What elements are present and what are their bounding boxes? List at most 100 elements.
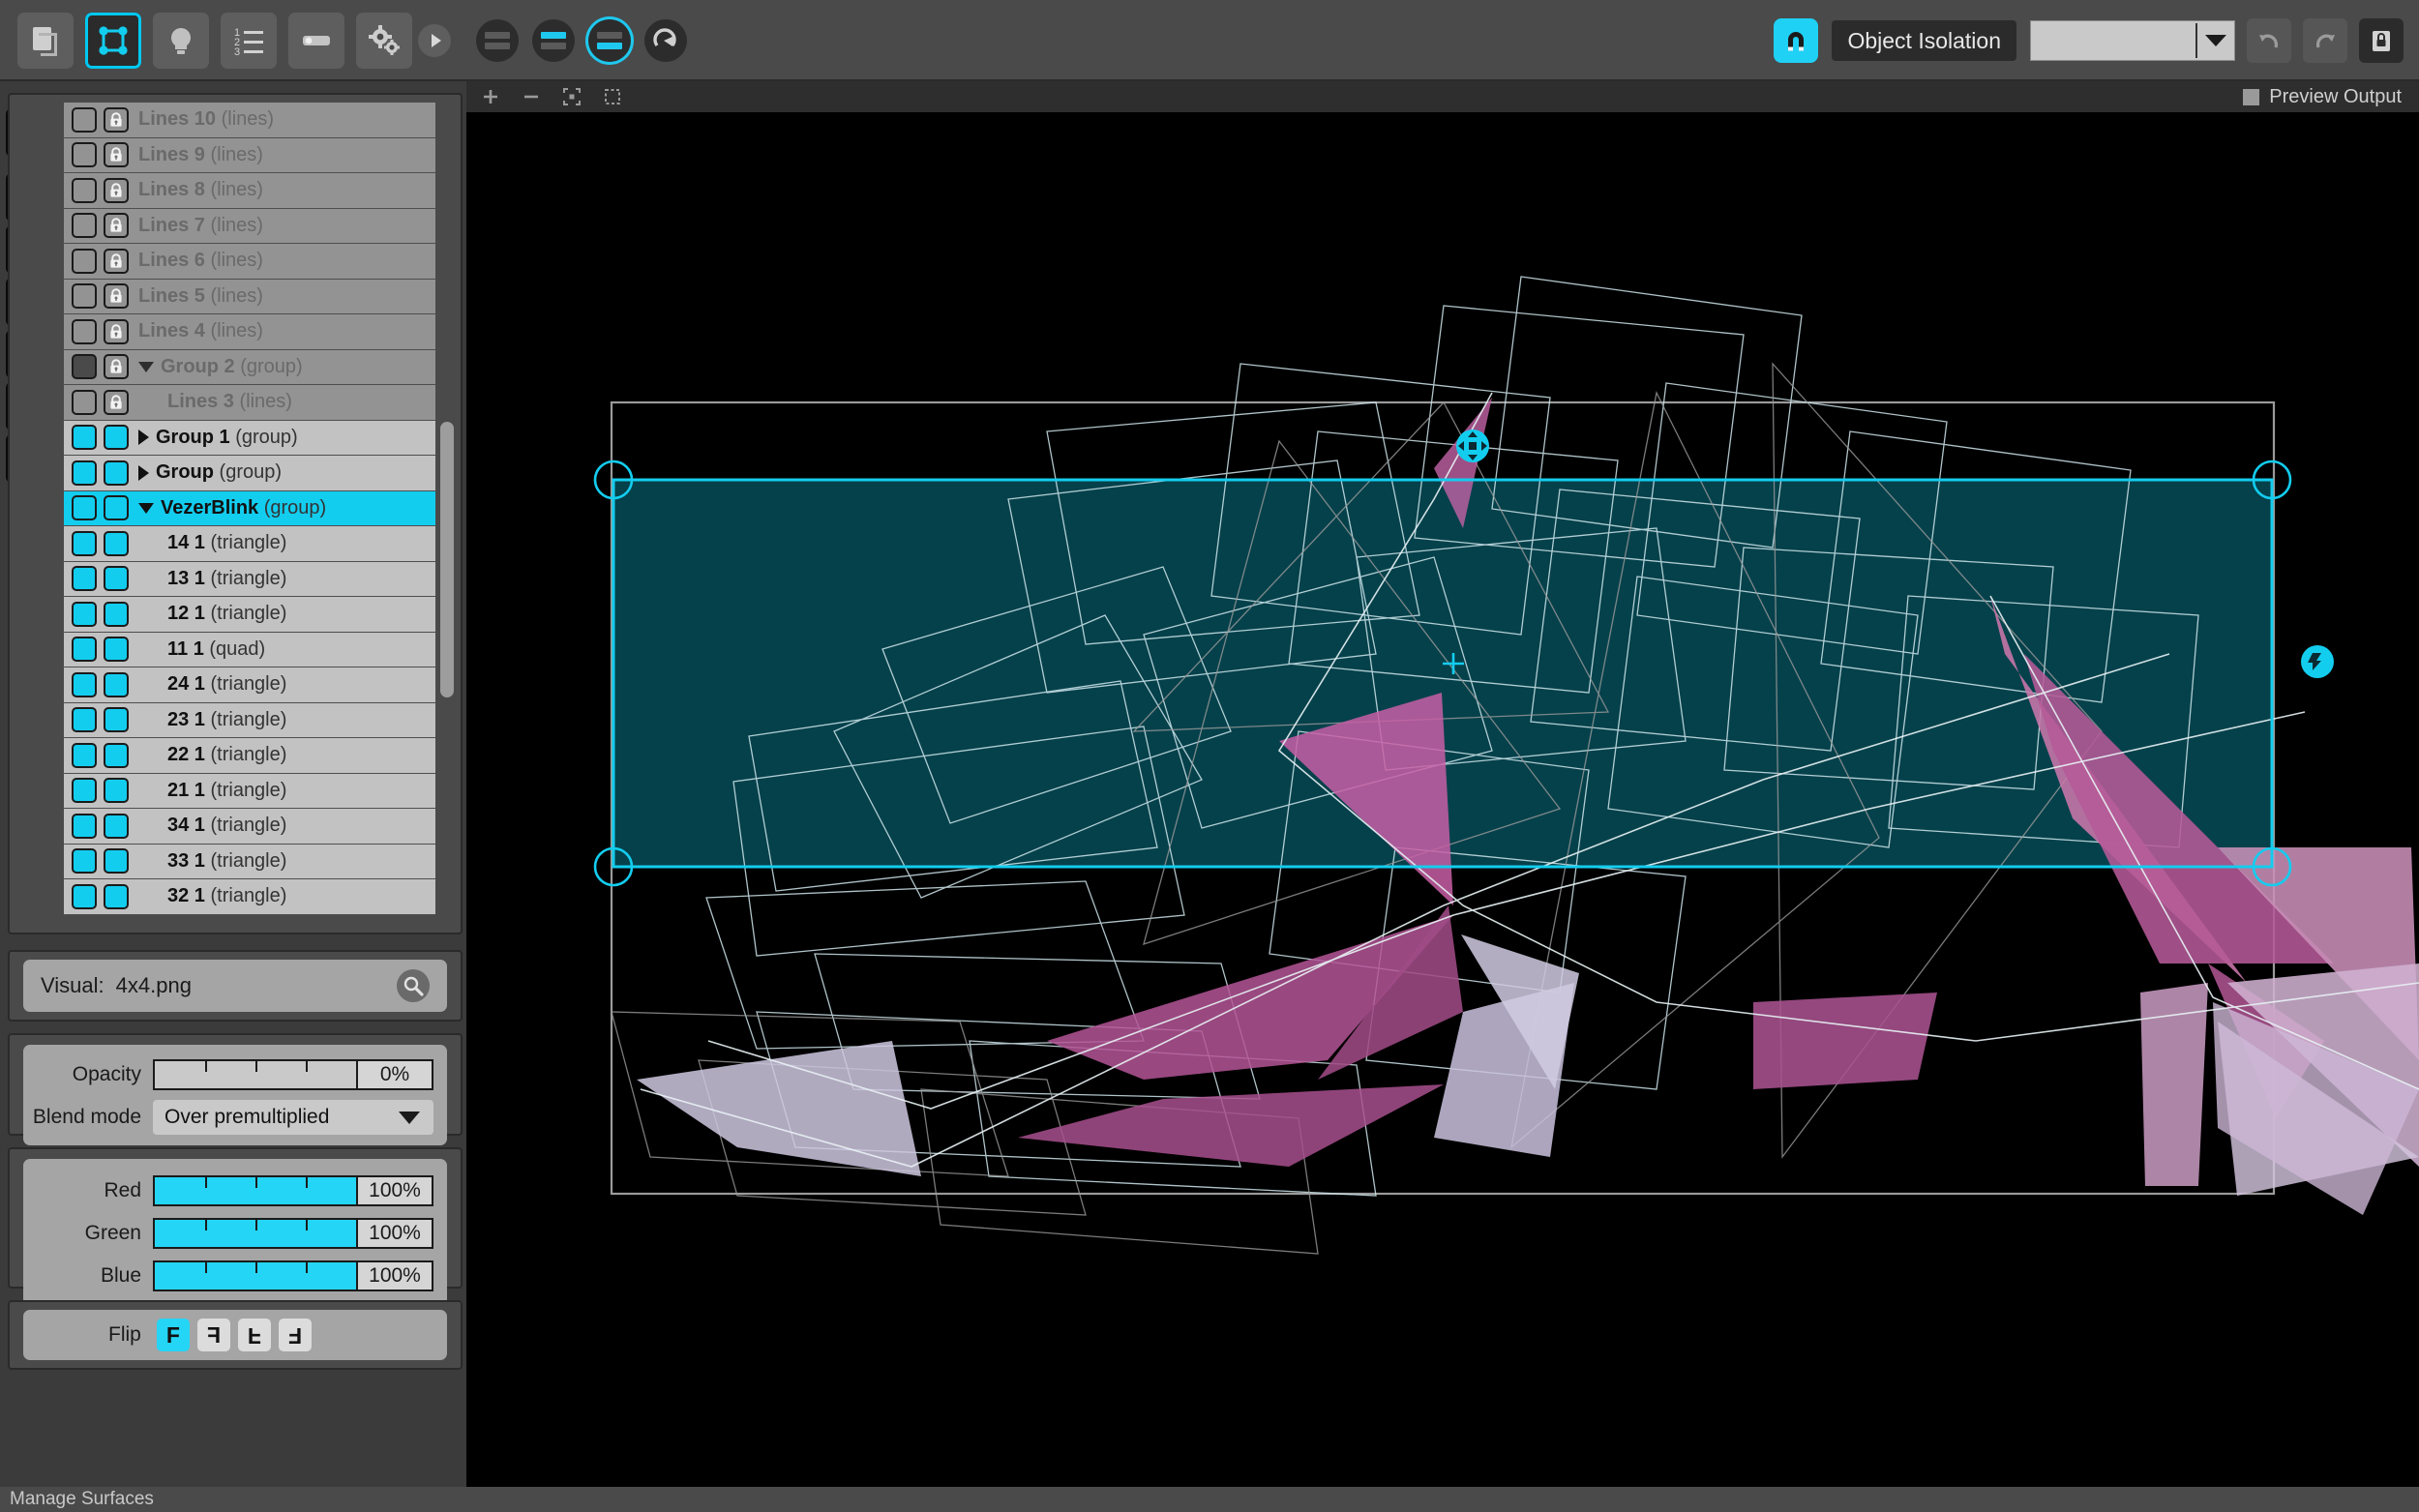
preview-output-checkbox[interactable]	[2243, 88, 2260, 105]
flip-horizontal-button[interactable]: F	[196, 1319, 230, 1351]
layer-visibility-checkbox[interactable]	[72, 354, 97, 380]
layer-lock-button-unlocked[interactable]	[104, 566, 129, 592]
layer-lock-button-locked[interactable]	[104, 177, 129, 203]
layer-visibility-checkbox[interactable]	[72, 460, 97, 486]
layer-lock-button-unlocked[interactable]	[104, 813, 129, 839]
handle-rotate[interactable]	[2301, 645, 2334, 678]
layer-row-lines-5[interactable]: Lines 5 (lines)	[64, 279, 435, 314]
layer-row-lines-6[interactable]: Lines 6 (lines)	[64, 244, 435, 280]
layer-visibility-checkbox[interactable]	[72, 530, 97, 556]
layer-list-scrollbar[interactable]	[439, 103, 455, 915]
layer-row-lines-3[interactable]: Lines 3 (lines)	[64, 385, 435, 421]
align-toggle-bottom[interactable]	[588, 19, 631, 62]
layer-visibility-checkbox[interactable]	[72, 283, 97, 310]
layer-visibility-checkbox[interactable]	[72, 637, 97, 663]
layer-visibility-checkbox[interactable]	[72, 177, 97, 203]
flip-both-button[interactable]: F	[278, 1319, 312, 1351]
browse-visual-button[interactable]	[397, 969, 430, 1002]
light-button[interactable]	[153, 13, 209, 69]
layer-row-11-1[interactable]: 11 1 (quad)	[64, 632, 435, 667]
zoom-out-button[interactable]	[515, 83, 548, 110]
channel-slider-blue[interactable]	[153, 1260, 358, 1291]
layer-lock-button-locked[interactable]	[104, 318, 129, 344]
isolation-select[interactable]	[2030, 20, 2235, 61]
layer-row-group-1[interactable]: Group 1 (group)	[64, 420, 435, 456]
redo-button[interactable]	[2303, 18, 2347, 63]
select-region-button[interactable]	[596, 83, 629, 110]
layer-row-lines-4[interactable]: Lines 4 (lines)	[64, 314, 435, 350]
layer-visibility-checkbox[interactable]	[72, 848, 97, 875]
layer-lock-button-locked[interactable]	[104, 248, 129, 274]
pages-button[interactable]	[17, 13, 74, 69]
layer-lock-button-unlocked[interactable]	[104, 460, 129, 486]
layer-lock-button-locked[interactable]	[104, 283, 129, 310]
channel-slider-red[interactable]	[153, 1175, 358, 1206]
layer-visibility-checkbox[interactable]	[72, 742, 97, 768]
expand-toolbar-button[interactable]	[418, 24, 451, 57]
layer-row-group[interactable]: Group (group)	[64, 456, 435, 491]
zoom-in-button[interactable]	[474, 83, 507, 110]
layer-lock-button-locked[interactable]	[104, 354, 129, 380]
layer-visibility-checkbox[interactable]	[72, 213, 97, 239]
surfaces-button[interactable]	[85, 13, 141, 69]
layer-visibility-checkbox[interactable]	[72, 389, 97, 415]
layer-lock-button-unlocked[interactable]	[104, 495, 129, 521]
layer-row-vezerblink[interactable]: VezerBlink (group)	[64, 490, 435, 526]
layer-row-lines-10[interactable]: Lines 10 (lines)	[64, 103, 435, 138]
layer-visibility-checkbox[interactable]	[72, 318, 97, 344]
layer-row-32-1[interactable]: 32 1 (triangle)	[64, 879, 435, 915]
opacity-slider[interactable]	[153, 1059, 358, 1090]
layer-lock-button-unlocked[interactable]	[104, 742, 129, 768]
layer-visibility-checkbox[interactable]	[72, 106, 97, 133]
scrollbar-thumb[interactable]	[440, 422, 454, 697]
layer-lock-button-locked[interactable]	[104, 213, 129, 239]
fit-to-screen-button[interactable]	[555, 83, 588, 110]
layer-row-12-1[interactable]: 12 1 (triangle)	[64, 597, 435, 633]
layer-lock-button-unlocked[interactable]	[104, 883, 129, 909]
layer-lock-button-locked[interactable]	[104, 106, 129, 133]
layer-lock-button-locked[interactable]	[104, 389, 129, 415]
preview-output-toggle[interactable]: Preview Output	[2243, 81, 2402, 112]
layer-visibility-checkbox[interactable]	[72, 425, 97, 451]
sequence-button[interactable]: 1 2 3	[221, 13, 277, 69]
layer-visibility-checkbox[interactable]	[72, 495, 97, 521]
layer-visibility-checkbox[interactable]	[72, 883, 97, 909]
output-button[interactable]	[288, 13, 344, 69]
layer-row-24-1[interactable]: 24 1 (triangle)	[64, 667, 435, 703]
layer-lock-button-unlocked[interactable]	[104, 671, 129, 697]
layer-lock-button-unlocked[interactable]	[104, 848, 129, 875]
layer-lock-button-unlocked[interactable]	[104, 637, 129, 663]
channel-value-blue[interactable]: 100%	[358, 1260, 433, 1291]
channel-value-red[interactable]: 100%	[358, 1175, 433, 1206]
layer-row-lines-9[interactable]: Lines 9 (lines)	[64, 137, 435, 173]
settings-button[interactable]	[356, 13, 412, 69]
layer-visibility-checkbox[interactable]	[72, 707, 97, 733]
layer-visibility-checkbox[interactable]	[72, 601, 97, 627]
layer-visibility-checkbox[interactable]	[72, 566, 97, 592]
undo-button[interactable]	[2247, 18, 2291, 63]
handle-move[interactable]	[1456, 430, 1489, 462]
layer-lock-button-unlocked[interactable]	[104, 425, 129, 451]
channel-value-green[interactable]: 100%	[358, 1218, 433, 1249]
layer-row-22-1[interactable]: 22 1 (triangle)	[64, 738, 435, 774]
layer-lock-button-locked[interactable]	[104, 142, 129, 168]
chevron-down-icon[interactable]	[138, 502, 154, 514]
layer-lock-button-unlocked[interactable]	[104, 778, 129, 804]
layer-row-23-1[interactable]: 23 1 (triangle)	[64, 702, 435, 738]
layer-visibility-checkbox[interactable]	[72, 671, 97, 697]
blend-mode-select[interactable]: Over premultiplied	[153, 1100, 433, 1135]
layer-lock-button-unlocked[interactable]	[104, 601, 129, 627]
layer-lock-button-unlocked[interactable]	[104, 707, 129, 733]
layer-row-13-1[interactable]: 13 1 (triangle)	[64, 561, 435, 597]
canvas-viewport[interactable]	[466, 112, 2419, 1487]
lock-button[interactable]	[2359, 18, 2404, 63]
align-toggle-top[interactable]	[532, 19, 575, 62]
layer-visibility-checkbox[interactable]	[72, 813, 97, 839]
layer-row-group-2[interactable]: Group 2 (group)	[64, 349, 435, 385]
layer-row-14-1[interactable]: 14 1 (triangle)	[64, 526, 435, 562]
layer-row-33-1[interactable]: 33 1 (triangle)	[64, 844, 435, 879]
layer-visibility-checkbox[interactable]	[72, 142, 97, 168]
visual-field[interactable]: Visual: 4x4.png	[23, 960, 447, 1012]
layer-list[interactable]: Lines 10 (lines) Lines 9 (lines) Lines 8 (…	[64, 103, 435, 915]
layer-row-21-1[interactable]: 21 1 (triangle)	[64, 773, 435, 809]
